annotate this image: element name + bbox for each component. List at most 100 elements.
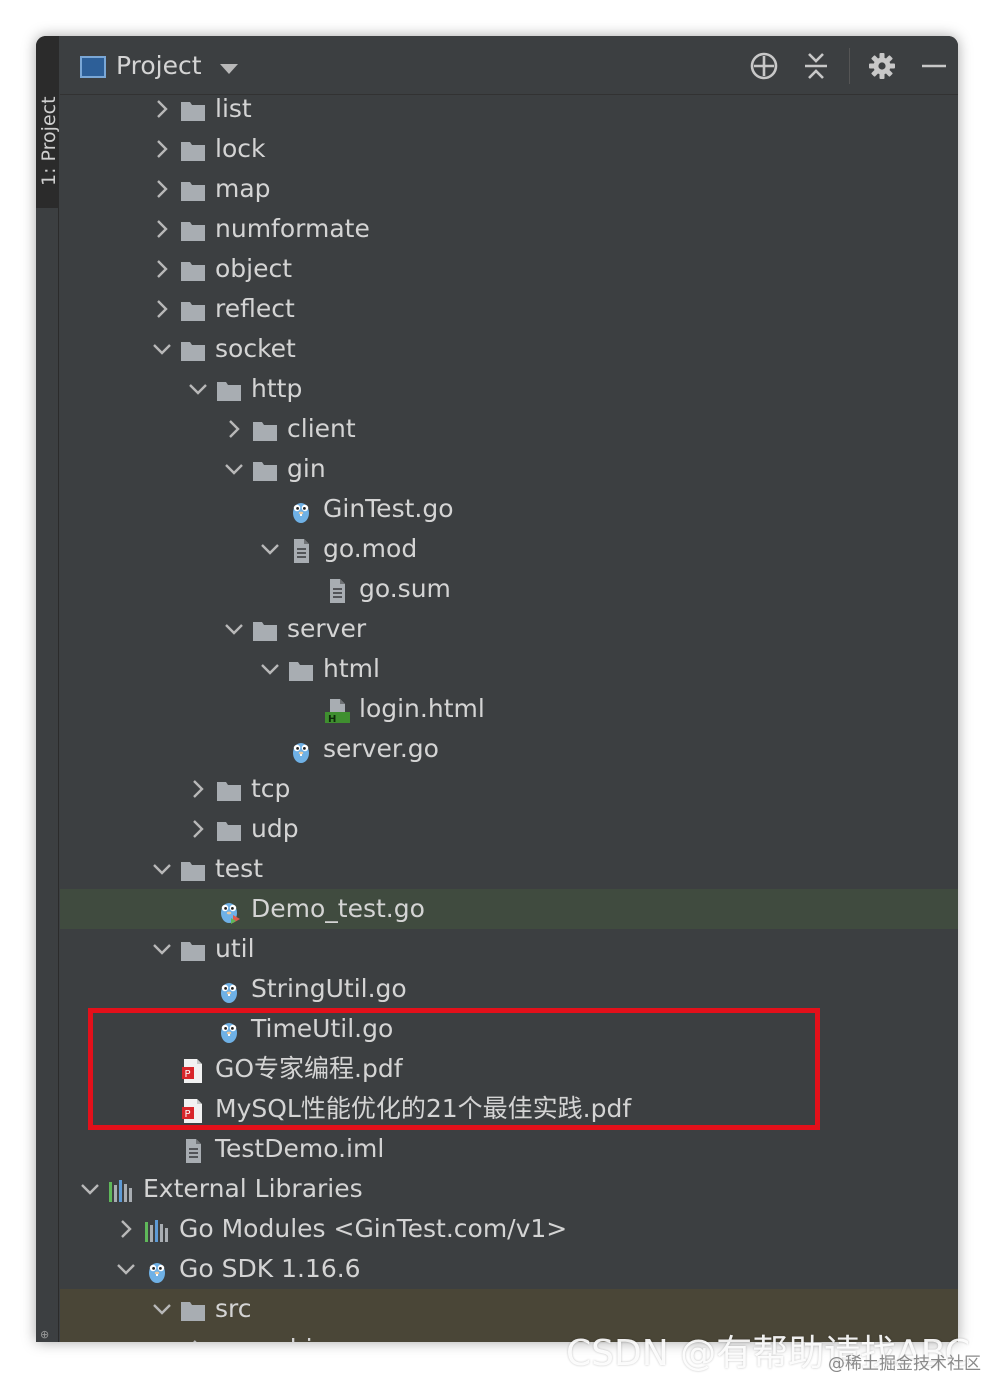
tree-item-label: html [323,654,380,683]
tree-item-folder[interactable]: html [60,649,958,689]
tree-item-library[interactable]: External Libraries [60,1169,958,1209]
chevron-right-icon[interactable] [152,249,172,289]
tree-item-label: TestDemo.iml [215,1134,385,1163]
chevron-down-icon[interactable] [224,609,244,649]
tree-item-textfile[interactable]: TestDemo.iml [60,1129,958,1169]
svg-text:H: H [328,714,336,724]
tree-item-folder[interactable]: test [60,849,958,889]
chevron-down-icon[interactable] [152,849,172,889]
tree-item-folder[interactable]: udp [60,809,958,849]
chevron-right-icon[interactable] [152,289,172,329]
locate-icon[interactable] [748,50,780,82]
tree-item-gopher[interactable]: GinTest.go [60,489,958,529]
tree-item-folder[interactable]: client [60,409,958,449]
tree-item-label: map [215,174,271,203]
tree-item-folder[interactable]: server [60,609,958,649]
gopher-icon [144,1256,170,1283]
tree-item-label: tcp [251,774,291,803]
chevron-down-icon[interactable] [152,929,172,969]
chevron-down-icon[interactable] [260,649,280,689]
tree-item-label: udp [251,814,299,843]
chevron-down-icon[interactable] [260,529,280,569]
panel-title[interactable]: Project [116,51,202,80]
library-icon [108,1176,134,1202]
library-icon [144,1216,170,1242]
project-tree[interactable]: list lock map numformate object reflect socket… [60,89,958,1342]
tree-item-label: GinTest.go [323,494,454,523]
tree-item-folder[interactable]: src [60,1289,958,1329]
chevron-right-icon[interactable] [188,1329,208,1342]
project-stripe-label: 1: Project [38,96,60,186]
tree-item-gopher[interactable]: Go SDK 1.16.6 [60,1249,958,1289]
chevron-down-icon[interactable] [116,1249,136,1289]
project-panel: Project list lock map numformate object … [60,36,958,1342]
chevron-right-icon[interactable] [152,209,172,249]
folder-icon [180,936,206,962]
folder-icon [216,816,242,842]
tree-item-folder[interactable]: tcp [60,769,958,809]
tree-item-label: http [251,374,303,403]
tree-item-label: test [215,854,264,883]
folder-icon [180,256,206,282]
tree-item-label: Demo_test.go [251,894,425,923]
tree-item-textfile[interactable]: go.sum [60,569,958,609]
tree-item-label: numformate [215,214,370,243]
tree-item-htmlfile[interactable]: Hlogin.html [60,689,958,729]
tree-item-folder[interactable]: util [60,929,958,969]
tree-item-label: object [215,254,293,283]
tree-item-gopher-test[interactable]: Demo_test.go [60,889,958,929]
left-tool-stripe: 1: Project [36,36,60,1342]
tree-item-label: Go Modules <GinTest.com/v1> [179,1214,568,1243]
chevron-down-icon[interactable] [152,1289,172,1329]
tree-item-textfile[interactable]: go.mod [60,529,958,569]
tree-item-folder[interactable]: list [60,89,958,129]
gear-icon[interactable] [866,50,898,82]
tree-item-folder[interactable]: lock [60,129,958,169]
chevron-right-icon[interactable] [152,169,172,209]
view-dropdown-icon[interactable] [220,64,238,74]
tree-item-gopher[interactable]: StringUtil.go [60,969,958,1009]
chevron-right-icon[interactable] [188,809,208,849]
tree-item-folder[interactable]: reflect [60,289,958,329]
watermark-sub: @稀土掘金技术社区 [828,1354,981,1374]
chevron-right-icon[interactable] [152,89,172,129]
gopher-test-icon [216,896,242,924]
stripe-bottom-mark: ⊕ [40,1328,50,1341]
folder-icon [288,656,314,682]
tree-item-label: reflect [215,294,295,323]
tree-item-folder[interactable]: socket [60,329,958,369]
project-stripe-tab[interactable]: 1: Project [36,36,60,208]
tree-item-folder[interactable]: http [60,369,958,409]
folder-icon [180,856,206,882]
tree-item-folder[interactable]: gin [60,449,958,489]
folder-icon [180,176,206,202]
chevron-down-icon[interactable] [152,329,172,369]
chevron-right-icon[interactable] [152,129,172,169]
tree-item-gopher[interactable]: server.go [60,729,958,769]
tree-item-label: client [287,414,356,443]
textfile-icon [324,576,350,603]
tree-item-label: server [287,614,367,643]
folder-icon [216,1336,242,1342]
highlight-box [88,1008,820,1130]
folder-icon [252,616,278,642]
tree-item-label: External Libraries [143,1174,363,1203]
collapse-all-icon[interactable] [800,50,832,82]
folder-icon [180,1296,206,1322]
chevron-down-icon[interactable] [80,1169,100,1209]
minimize-icon[interactable] [918,50,950,82]
htmlfile-icon: H [324,696,350,725]
folder-icon [252,456,278,482]
gopher-icon [288,496,314,523]
tree-item-library[interactable]: Go Modules <GinTest.com/v1> [60,1209,958,1249]
tree-item-folder[interactable]: object [60,249,958,289]
chevron-down-icon[interactable] [188,369,208,409]
tree-item-label: lock [215,134,266,163]
chevron-right-icon[interactable] [116,1209,136,1249]
tree-item-folder[interactable]: numformate [60,209,958,249]
tree-item-folder[interactable]: map [60,169,958,209]
chevron-down-icon[interactable] [224,449,244,489]
chevron-right-icon[interactable] [224,409,244,449]
tree-item-label: list [215,94,252,123]
chevron-right-icon[interactable] [188,769,208,809]
